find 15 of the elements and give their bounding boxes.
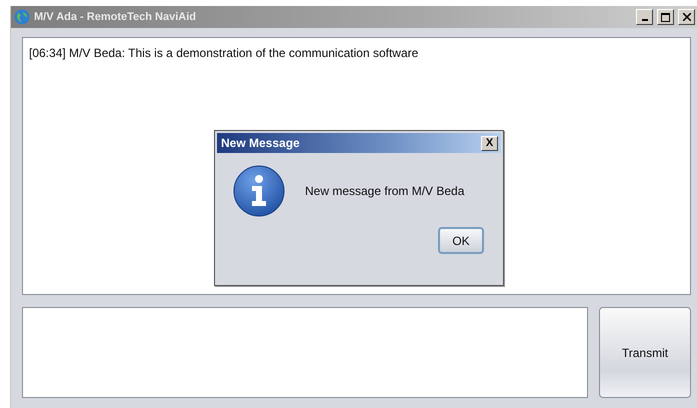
window-title: M/V Ada - RemoteTech NaviAid bbox=[34, 11, 197, 23]
dialog-close-button[interactable]: X bbox=[481, 136, 498, 150]
message-input[interactable] bbox=[22, 307, 588, 398]
maximize-icon bbox=[661, 12, 670, 22]
dialog-title: New Message bbox=[221, 136, 301, 150]
dialog-message: New message from M/V Beda bbox=[305, 184, 464, 198]
info-icon bbox=[233, 165, 285, 217]
maximize-button[interactable] bbox=[657, 9, 674, 25]
close-button[interactable] bbox=[678, 9, 695, 25]
close-icon bbox=[682, 13, 690, 21]
transmit-button[interactable]: Transmit bbox=[599, 307, 691, 398]
ok-button[interactable]: OK bbox=[438, 227, 484, 254]
globe-icon bbox=[14, 9, 30, 25]
chat-message: [06:34] M/V Beda: This is a demonstration of the communication software bbox=[29, 46, 420, 60]
minimize-button[interactable] bbox=[636, 9, 653, 25]
